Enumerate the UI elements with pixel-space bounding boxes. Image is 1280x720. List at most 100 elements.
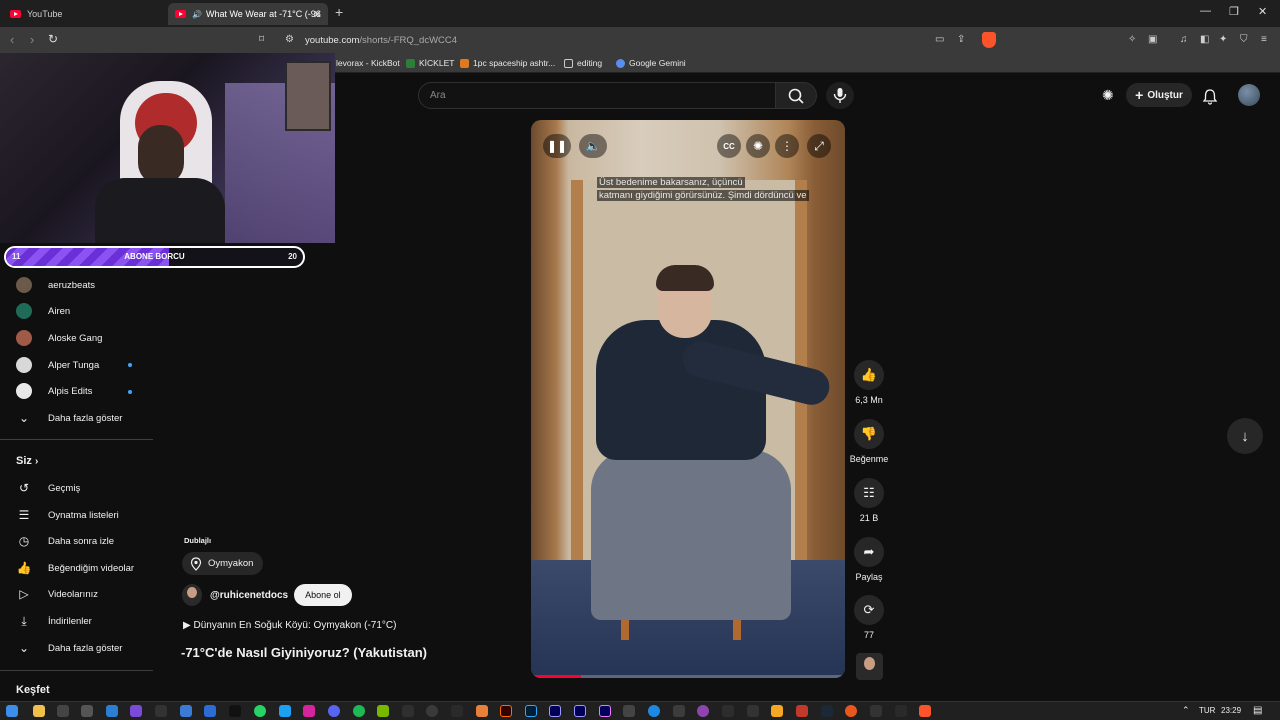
address-bar[interactable]: ⚙ youtube.com/shorts/-FRQ_dcWCC4 ▭ ⇪ <box>255 30 1000 51</box>
steam-icon[interactable] <box>821 705 833 717</box>
app-icon[interactable] <box>130 705 142 717</box>
close-window-icon[interactable]: ✕ <box>1258 5 1267 18</box>
app-icon[interactable] <box>81 705 93 717</box>
media-encoder-icon[interactable] <box>549 705 561 717</box>
comments-button[interactable]: ☷ 21 B <box>848 478 890 523</box>
app-icon[interactable] <box>771 705 783 717</box>
sidebar-icon[interactable]: ◧ <box>1200 34 1209 45</box>
more-options-button[interactable]: ⋮ <box>775 134 799 158</box>
app-icon[interactable] <box>870 705 882 717</box>
nvidia-icon[interactable] <box>377 705 389 717</box>
bookmark-item[interactable]: KİCKLET <box>406 58 454 68</box>
restore-icon[interactable]: ❐ <box>1229 5 1239 18</box>
notification-center-icon[interactable]: ▤ <box>1253 705 1262 716</box>
app-icon[interactable] <box>796 705 808 717</box>
video-progress-bar[interactable] <box>531 675 845 678</box>
search-input[interactable]: Ara <box>418 82 776 109</box>
bookmark-folder[interactable]: editing <box>564 58 602 68</box>
spotify-icon[interactable] <box>353 705 365 717</box>
premium-badge-button[interactable]: ✺ <box>746 134 770 158</box>
app-icon[interactable] <box>845 705 857 717</box>
vpn-icon[interactable]: ⛉ <box>1240 34 1248 45</box>
bookmark-item[interactable]: levorax - KickBot <box>336 58 400 68</box>
brave-shields-icon[interactable] <box>982 32 996 48</box>
app-icon[interactable] <box>180 705 192 717</box>
menu-icon[interactable]: ≡ <box>1261 34 1267 45</box>
sidebar-subscription-item[interactable]: Airen <box>16 301 70 321</box>
minimize-icon[interactable]: — <box>1200 5 1211 17</box>
obs-icon[interactable] <box>426 705 438 717</box>
whatsapp-icon[interactable] <box>254 705 266 717</box>
discord-icon[interactable] <box>328 705 340 717</box>
bookmark-item[interactable]: Google Gemini <box>616 58 686 68</box>
illustrator-icon[interactable] <box>500 705 512 717</box>
tiktok-icon[interactable] <box>229 705 241 717</box>
app-icon[interactable] <box>648 705 660 717</box>
subscribe-button[interactable]: Abone ol <box>294 584 352 606</box>
volume-button[interactable]: 🔈 <box>579 134 607 158</box>
tab-active-short[interactable]: 🔊 What We Wear at -71°C (-96 ✕ <box>168 3 328 25</box>
sidebar-subscription-item[interactable]: Alper Tunga <box>16 355 99 375</box>
short-video-player[interactable]: ❚❚ 🔈 CC ✺ ⋮ ⤢ Üst bedenime bakarsanız, ü… <box>531 120 845 678</box>
system-clock[interactable]: 23:29 <box>1221 706 1241 715</box>
tray-chevron-icon[interactable]: ⌃ <box>1182 705 1190 716</box>
app-icon[interactable] <box>402 705 414 717</box>
show-more-you[interactable]: ⌄ Daha fazla göster <box>16 638 123 658</box>
like-button[interactable]: 👍 6,3 Mn <box>848 360 890 405</box>
sidebar-item-liked-videos[interactable]: 👍 Beğendiğim videolar <box>16 558 135 578</box>
notifications-icon[interactable] <box>1202 88 1218 105</box>
new-tab-button[interactable]: + <box>335 4 343 20</box>
reload-icon[interactable]: ↻ <box>48 32 58 46</box>
sidebar-item-history[interactable]: ↺ Geçmiş <box>16 478 80 498</box>
captions-button[interactable]: CC <box>717 134 741 158</box>
media-icon[interactable]: ♫ <box>1180 34 1188 45</box>
sidebar-item-your-videos[interactable]: ▷ Videolarınız <box>16 584 98 604</box>
short-title[interactable]: -71°C'de Nasıl Giyiniyoruz? (Yakutistan) <box>181 645 427 660</box>
app-icon[interactable] <box>623 705 635 717</box>
close-tab-icon[interactable]: ✕ <box>313 8 322 21</box>
forward-icon[interactable]: › <box>30 32 34 47</box>
short-description[interactable]: ▶ Dünyanın En Soğuk Köyü: Oymyakon (-71°… <box>183 620 396 631</box>
dislike-button[interactable]: 👎 Beğenme <box>848 419 890 464</box>
create-button[interactable]: + Oluştur <box>1126 83 1192 107</box>
vscode-icon[interactable] <box>106 705 118 717</box>
input-language[interactable]: TUR <box>1199 706 1215 715</box>
app-icon[interactable] <box>697 705 709 717</box>
app-icon[interactable] <box>476 705 488 717</box>
app-icon[interactable] <box>204 705 216 717</box>
premium-icon[interactable]: ✺ <box>1102 87 1114 104</box>
after-effects-icon[interactable] <box>574 705 586 717</box>
tab-youtube[interactable]: YouTube <box>6 3 166 25</box>
share-icon[interactable]: ⇪ <box>957 34 965 45</box>
sidebar-subscription-item[interactable]: Aloske Gang <box>16 328 102 348</box>
back-icon[interactable]: ‹ <box>10 32 14 47</box>
channel-name[interactable]: @ruhicenetdocs <box>210 590 288 601</box>
sound-source-thumbnail[interactable] <box>856 653 883 680</box>
file-explorer-icon[interactable] <box>33 705 45 717</box>
site-settings-icon[interactable]: ⚙ <box>285 34 294 45</box>
app-icon[interactable] <box>747 705 759 717</box>
wallet-icon[interactable]: ▣ <box>1148 34 1157 45</box>
next-short-button[interactable]: ↓ <box>1227 418 1263 454</box>
show-more-subscriptions[interactable]: ⌄ Daha fazla göster <box>16 408 123 428</box>
bookmark-item[interactable]: 1pc spaceship ashtr... <box>460 58 555 68</box>
app-icon[interactable] <box>57 705 69 717</box>
fullscreen-button[interactable]: ⤢ <box>807 134 831 158</box>
voice-search-button[interactable] <box>826 82 854 109</box>
app-icon[interactable] <box>155 705 167 717</box>
remix-button[interactable]: ⟳ 77 <box>848 595 890 640</box>
instagram-icon[interactable] <box>303 705 315 717</box>
account-avatar[interactable] <box>1238 84 1260 106</box>
sidebar-subscription-item[interactable]: Alpis Edits <box>16 381 92 401</box>
leo-ai-icon[interactable]: ✦ <box>1219 34 1227 45</box>
app-icon[interactable] <box>673 705 685 717</box>
channel-avatar[interactable] <box>182 584 202 606</box>
premiere-icon[interactable] <box>599 705 611 717</box>
search-button[interactable] <box>775 82 817 109</box>
start-icon[interactable] <box>6 705 18 717</box>
share-button[interactable]: ➦ Paylaş <box>848 537 890 582</box>
app-icon[interactable] <box>279 705 291 717</box>
app-icon[interactable] <box>895 705 907 717</box>
sidebar-item-watch-later[interactable]: ◷ Daha sonra izle <box>16 531 114 551</box>
pause-button[interactable]: ❚❚ <box>543 134 571 158</box>
